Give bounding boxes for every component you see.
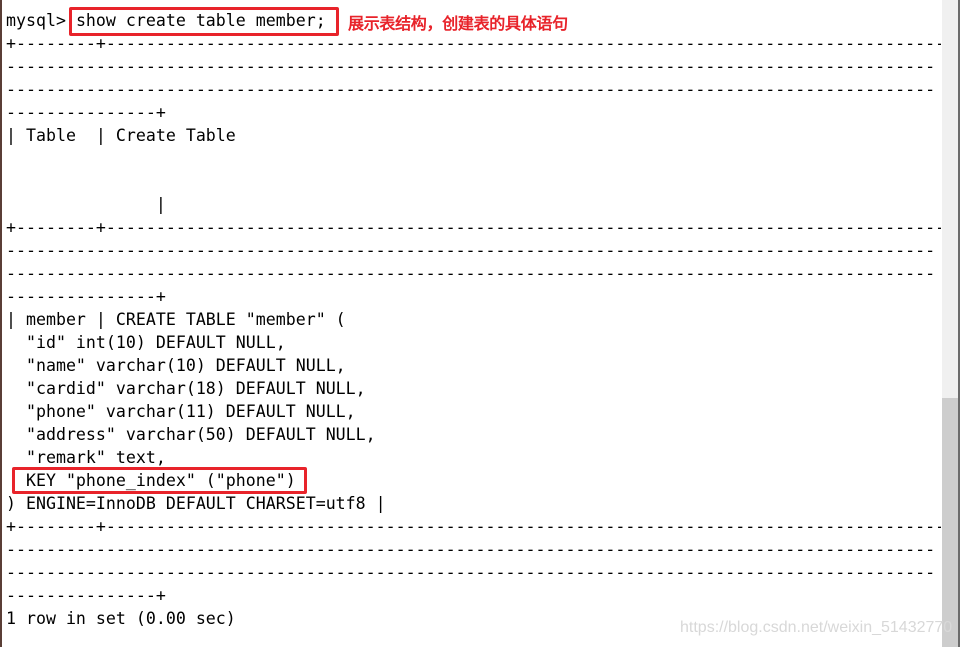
window-left-border	[0, 0, 2, 647]
ddl-line: "remark" text,	[6, 448, 166, 467]
table-header-row-blank	[6, 170, 941, 193]
table-border-line: ----------------------------------------…	[6, 563, 936, 582]
table-border-line: ----------------------------------------…	[6, 540, 936, 559]
watermark: https://blog.csdn.net/weixin_51432770	[680, 619, 953, 636]
table-border-line: +--------+------------------------------…	[6, 517, 941, 536]
scrollbar-thumb[interactable]	[942, 398, 958, 647]
ddl-line: "id" int(10) DEFAULT NULL,	[6, 333, 286, 352]
table-header-row-blank	[6, 147, 941, 170]
table-border-line: ---------------+	[6, 586, 166, 605]
table-header-row-end: |	[6, 195, 166, 214]
table-border-line: +--------+------------------------------…	[6, 218, 941, 237]
table-border-line: ---------------+	[6, 103, 166, 122]
command-highlight-box	[69, 7, 339, 36]
table-data-row: | member | CREATE TABLE "member" (	[6, 310, 346, 329]
key-highlight-box	[12, 467, 307, 494]
table-border-line: ----------------------------------------…	[6, 241, 936, 260]
table-header-row: | Table | Create Table	[6, 126, 236, 145]
mysql-prompt: mysql>	[6, 11, 76, 30]
table-border-line: ----------------------------------------…	[6, 80, 936, 99]
annotation-label: 展示表结构，创建表的具体语句	[348, 14, 568, 33]
ddl-line: "address" varchar(50) DEFAULT NULL,	[6, 425, 376, 444]
table-border-line: ----------------------------------------…	[6, 264, 936, 283]
ddl-line: "phone" varchar(11) DEFAULT NULL,	[6, 402, 356, 421]
table-border-line: ---------------+	[6, 287, 166, 306]
table-border-line: ----------------------------------------…	[6, 57, 936, 76]
ddl-engine-line: ) ENGINE=InnoDB DEFAULT CHARSET=utf8 |	[6, 494, 386, 513]
ddl-line: "cardid" varchar(18) DEFAULT NULL,	[6, 379, 366, 398]
ddl-line: "name" varchar(10) DEFAULT NULL,	[6, 356, 346, 375]
terminal-output: mysql> show create table member; +------…	[6, 9, 941, 630]
